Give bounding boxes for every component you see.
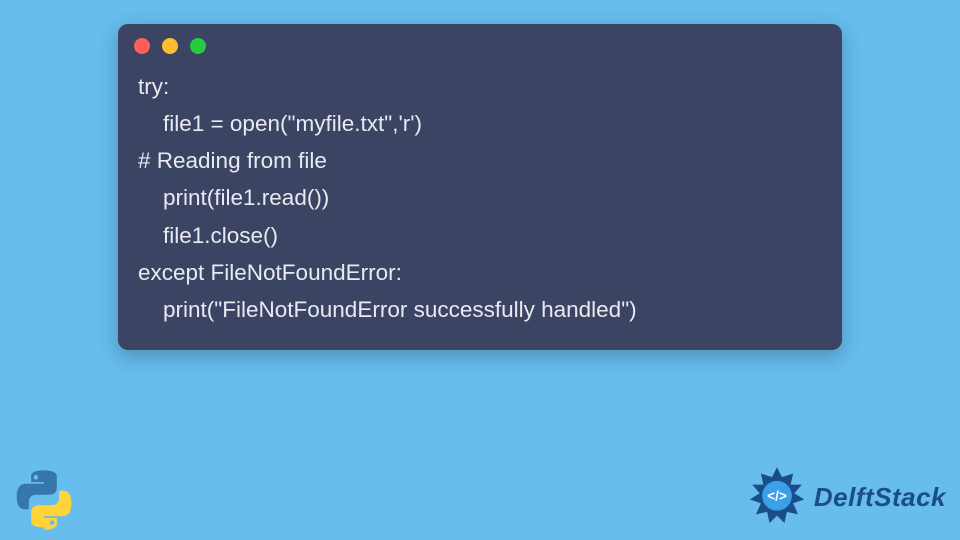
code-line: print("FileNotFoundError successfully ha… <box>138 297 637 322</box>
code-window: try: file1 = open("myfile.txt",'r') # Re… <box>118 24 842 350</box>
svg-text:</>: </> <box>767 489 787 504</box>
code-line: except FileNotFoundError: <box>138 260 402 285</box>
window-titlebar <box>118 24 842 62</box>
delftstack-logo-icon: </> <box>746 466 808 528</box>
code-line: file1.close() <box>138 223 278 248</box>
code-line: # Reading from file <box>138 148 327 173</box>
code-line: print(file1.read()) <box>138 185 329 210</box>
minimize-icon[interactable] <box>162 38 178 54</box>
code-block: try: file1 = open("myfile.txt",'r') # Re… <box>118 62 842 332</box>
python-logo-icon <box>12 468 76 532</box>
maximize-icon[interactable] <box>190 38 206 54</box>
delftstack-label: DelftStack <box>814 482 946 513</box>
delftstack-branding: </> DelftStack <box>746 466 946 528</box>
close-icon[interactable] <box>134 38 150 54</box>
code-line: file1 = open("myfile.txt",'r') <box>138 111 422 136</box>
code-line: try: <box>138 74 169 99</box>
